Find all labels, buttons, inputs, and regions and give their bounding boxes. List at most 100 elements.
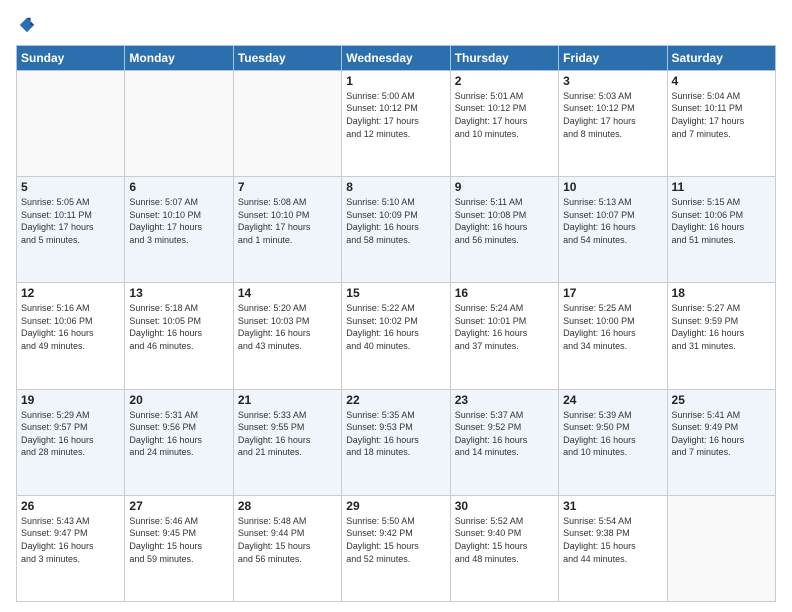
calendar-cell xyxy=(233,70,341,176)
calendar-cell: 31 Sunrise: 5:54 AM Sunset: 9:38 PM Dayli… xyxy=(559,495,667,601)
page: SundayMondayTuesdayWednesdayThursdayFrid… xyxy=(0,0,792,612)
calendar-cell: 9 Sunrise: 5:11 AM Sunset: 10:08 PM Dayli… xyxy=(450,177,558,283)
day-info: Sunrise: 5:29 AM Sunset: 9:57 PM Dayligh… xyxy=(21,409,120,459)
calendar-cell: 6 Sunrise: 5:07 AM Sunset: 10:10 PM Dayli… xyxy=(125,177,233,283)
calendar-cell: 30 Sunrise: 5:52 AM Sunset: 9:40 PM Dayli… xyxy=(450,495,558,601)
day-info: Sunrise: 5:25 AM Sunset: 10:00 PM Daylig… xyxy=(563,302,662,352)
day-number: 2 xyxy=(455,74,554,88)
day-number: 8 xyxy=(346,180,445,194)
day-info: Sunrise: 5:39 AM Sunset: 9:50 PM Dayligh… xyxy=(563,409,662,459)
day-number: 27 xyxy=(129,499,228,513)
weekday-header-tuesday: Tuesday xyxy=(233,45,341,70)
calendar-cell: 20 Sunrise: 5:31 AM Sunset: 9:56 PM Dayli… xyxy=(125,389,233,495)
calendar-cell: 24 Sunrise: 5:39 AM Sunset: 9:50 PM Dayli… xyxy=(559,389,667,495)
day-info: Sunrise: 5:50 AM Sunset: 9:42 PM Dayligh… xyxy=(346,515,445,565)
day-info: Sunrise: 5:11 AM Sunset: 10:08 PM Daylig… xyxy=(455,196,554,246)
day-info: Sunrise: 5:04 AM Sunset: 10:11 PM Daylig… xyxy=(672,90,771,140)
day-number: 21 xyxy=(238,393,337,407)
logo xyxy=(16,16,36,39)
calendar-week-row: 1 Sunrise: 5:00 AM Sunset: 10:12 PM Dayli… xyxy=(17,70,776,176)
calendar-week-row: 12Sunrise: 5:16 AM Sunset: 10:06 PM Dayl… xyxy=(17,283,776,389)
calendar-header-row: SundayMondayTuesdayWednesdayThursdayFrid… xyxy=(17,45,776,70)
calendar-cell: 28 Sunrise: 5:48 AM Sunset: 9:44 PM Dayli… xyxy=(233,495,341,601)
day-info: Sunrise: 5:07 AM Sunset: 10:10 PM Daylig… xyxy=(129,196,228,246)
calendar-week-row: 26 Sunrise: 5:43 AM Sunset: 9:47 PM Dayli… xyxy=(17,495,776,601)
day-number: 6 xyxy=(129,180,228,194)
day-number: 20 xyxy=(129,393,228,407)
day-number: 16 xyxy=(455,286,554,300)
day-info: Sunrise: 5:33 AM Sunset: 9:55 PM Dayligh… xyxy=(238,409,337,459)
day-number: 18 xyxy=(672,286,771,300)
day-number: 17 xyxy=(563,286,662,300)
calendar-cell: 4 Sunrise: 5:04 AM Sunset: 10:11 PM Dayli… xyxy=(667,70,775,176)
weekday-header-saturday: Saturday xyxy=(667,45,775,70)
day-info: Sunrise: 5:43 AM Sunset: 9:47 PM Dayligh… xyxy=(21,515,120,565)
day-number: 10 xyxy=(563,180,662,194)
day-info: Sunrise: 5:27 AM Sunset: 9:59 PM Dayligh… xyxy=(672,302,771,352)
calendar-cell: 22Sunrise: 5:35 AM Sunset: 9:53 PM Dayli… xyxy=(342,389,450,495)
calendar-cell: 2 Sunrise: 5:01 AM Sunset: 10:12 PM Dayli… xyxy=(450,70,558,176)
day-info: Sunrise: 5:31 AM Sunset: 9:56 PM Dayligh… xyxy=(129,409,228,459)
day-number: 1 xyxy=(346,74,445,88)
day-number: 28 xyxy=(238,499,337,513)
day-number: 19 xyxy=(21,393,120,407)
day-info: Sunrise: 5:18 AM Sunset: 10:05 PM Daylig… xyxy=(129,302,228,352)
day-info: Sunrise: 5:01 AM Sunset: 10:12 PM Daylig… xyxy=(455,90,554,140)
calendar-cell: 18 Sunrise: 5:27 AM Sunset: 9:59 PM Dayli… xyxy=(667,283,775,389)
calendar-cell: 26 Sunrise: 5:43 AM Sunset: 9:47 PM Dayli… xyxy=(17,495,125,601)
day-number: 25 xyxy=(672,393,771,407)
calendar-cell xyxy=(125,70,233,176)
weekday-header-sunday: Sunday xyxy=(17,45,125,70)
day-info: Sunrise: 5:24 AM Sunset: 10:01 PM Daylig… xyxy=(455,302,554,352)
calendar-cell: 14 Sunrise: 5:20 AM Sunset: 10:03 PM Dayl… xyxy=(233,283,341,389)
day-number: 26 xyxy=(21,499,120,513)
day-info: Sunrise: 5:00 AM Sunset: 10:12 PM Daylig… xyxy=(346,90,445,140)
day-number: 5 xyxy=(21,180,120,194)
day-info: Sunrise: 5:46 AM Sunset: 9:45 PM Dayligh… xyxy=(129,515,228,565)
calendar-cell: 16 Sunrise: 5:24 AM Sunset: 10:01 PM Dayl… xyxy=(450,283,558,389)
logo-icon xyxy=(18,16,36,34)
calendar-cell: 12Sunrise: 5:16 AM Sunset: 10:06 PM Dayl… xyxy=(17,283,125,389)
day-info: Sunrise: 5:16 AM Sunset: 10:06 PM Daylig… xyxy=(21,302,120,352)
calendar-cell: 15 Sunrise: 5:22 AM Sunset: 10:02 PM Dayl… xyxy=(342,283,450,389)
calendar-week-row: 5Sunrise: 5:05 AM Sunset: 10:11 PM Dayli… xyxy=(17,177,776,283)
calendar-cell: 29 Sunrise: 5:50 AM Sunset: 9:42 PM Dayli… xyxy=(342,495,450,601)
day-number: 4 xyxy=(672,74,771,88)
day-number: 30 xyxy=(455,499,554,513)
day-number: 15 xyxy=(346,286,445,300)
day-info: Sunrise: 5:54 AM Sunset: 9:38 PM Dayligh… xyxy=(563,515,662,565)
header xyxy=(16,12,776,39)
calendar-cell: 3 Sunrise: 5:03 AM Sunset: 10:12 PM Dayli… xyxy=(559,70,667,176)
calendar-cell: 7Sunrise: 5:08 AM Sunset: 10:10 PM Dayli… xyxy=(233,177,341,283)
day-info: Sunrise: 5:41 AM Sunset: 9:49 PM Dayligh… xyxy=(672,409,771,459)
day-number: 7 xyxy=(238,180,337,194)
day-number: 14 xyxy=(238,286,337,300)
day-info: Sunrise: 5:22 AM Sunset: 10:02 PM Daylig… xyxy=(346,302,445,352)
day-number: 22 xyxy=(346,393,445,407)
day-info: Sunrise: 5:13 AM Sunset: 10:07 PM Daylig… xyxy=(563,196,662,246)
calendar-cell: 8 Sunrise: 5:10 AM Sunset: 10:09 PM Dayli… xyxy=(342,177,450,283)
calendar-cell xyxy=(667,495,775,601)
calendar-cell: 13 Sunrise: 5:18 AM Sunset: 10:05 PM Dayl… xyxy=(125,283,233,389)
calendar-cell: 19 Sunrise: 5:29 AM Sunset: 9:57 PM Dayli… xyxy=(17,389,125,495)
day-number: 31 xyxy=(563,499,662,513)
day-info: Sunrise: 5:10 AM Sunset: 10:09 PM Daylig… xyxy=(346,196,445,246)
day-number: 9 xyxy=(455,180,554,194)
day-number: 24 xyxy=(563,393,662,407)
day-info: Sunrise: 5:37 AM Sunset: 9:52 PM Dayligh… xyxy=(455,409,554,459)
calendar-cell: 10 Sunrise: 5:13 AM Sunset: 10:07 PM Dayl… xyxy=(559,177,667,283)
day-number: 23 xyxy=(455,393,554,407)
weekday-header-wednesday: Wednesday xyxy=(342,45,450,70)
day-number: 29 xyxy=(346,499,445,513)
day-info: Sunrise: 5:48 AM Sunset: 9:44 PM Dayligh… xyxy=(238,515,337,565)
day-info: Sunrise: 5:20 AM Sunset: 10:03 PM Daylig… xyxy=(238,302,337,352)
day-number: 13 xyxy=(129,286,228,300)
calendar-cell: 23 Sunrise: 5:37 AM Sunset: 9:52 PM Dayli… xyxy=(450,389,558,495)
calendar-cell: 11Sunrise: 5:15 AM Sunset: 10:06 PM Dayl… xyxy=(667,177,775,283)
day-info: Sunrise: 5:52 AM Sunset: 9:40 PM Dayligh… xyxy=(455,515,554,565)
day-info: Sunrise: 5:03 AM Sunset: 10:12 PM Daylig… xyxy=(563,90,662,140)
calendar-cell: 27 Sunrise: 5:46 AM Sunset: 9:45 PM Dayli… xyxy=(125,495,233,601)
calendar-table: SundayMondayTuesdayWednesdayThursdayFrid… xyxy=(16,45,776,602)
calendar-cell: 1 Sunrise: 5:00 AM Sunset: 10:12 PM Dayli… xyxy=(342,70,450,176)
day-number: 3 xyxy=(563,74,662,88)
